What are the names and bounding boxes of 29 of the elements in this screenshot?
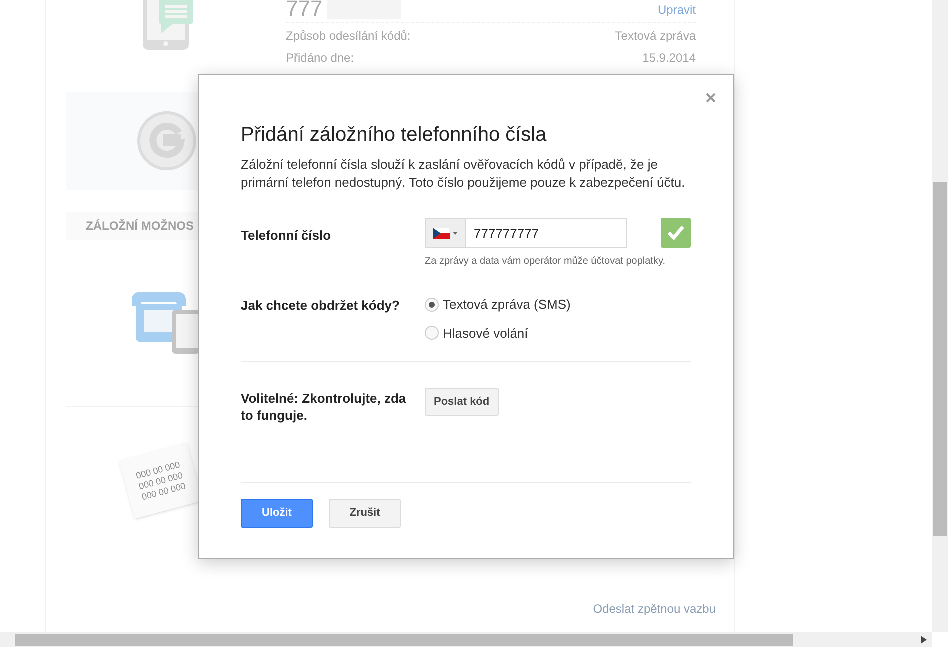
scrollbar-thumb[interactable] bbox=[933, 182, 947, 536]
caret-icon bbox=[453, 232, 458, 234]
country-selector[interactable] bbox=[425, 218, 465, 248]
detail-value: Textová zpráva bbox=[615, 28, 696, 45]
radio-label[interactable]: Textová zpráva (SMS) bbox=[443, 295, 571, 314]
detail-label: Přidáno dne: bbox=[286, 50, 354, 67]
radio-button[interactable] bbox=[425, 298, 439, 312]
hint-text: Za zprávy a data vám operátor může účtovat poplatky. bbox=[425, 255, 666, 269]
phone-number: 777 bbox=[286, 0, 323, 20]
g-logo-icon bbox=[137, 111, 197, 171]
field-label: Volitelné: Zkontrolujte, zda to funguje. bbox=[241, 390, 408, 425]
flag-icon bbox=[433, 228, 450, 238]
cancel-button[interactable]: Zrušit bbox=[329, 499, 401, 528]
vertical-scrollbar[interactable] bbox=[932, 0, 948, 632]
horizontal-scrollbar[interactable] bbox=[0, 632, 932, 647]
detail-value: 15.9.2014 bbox=[642, 50, 696, 67]
send-code-button[interactable]: Poslat kód bbox=[425, 388, 499, 416]
right-arrow-icon[interactable] bbox=[921, 636, 927, 644]
radio-button[interactable] bbox=[425, 326, 439, 340]
dialog-description: Záložní telefonní čísla slouží k zaslání ověřovacích kódů v případě, že je primární telefon nedostupný. Toto číslo použijeme pouze k zabezpečení účtu. bbox=[241, 156, 686, 192]
close-icon[interactable] bbox=[706, 93, 716, 103]
detail-label: Způsob odesílání kódů: bbox=[286, 28, 411, 45]
field-label: Jak chcete obdržet kódy? bbox=[241, 297, 401, 315]
field-label: Telefonní číslo bbox=[241, 227, 332, 245]
radio-label[interactable]: Hlasové volání bbox=[443, 324, 528, 343]
section-heading: ZÁLOŽNÍ MOŽNOS bbox=[86, 218, 194, 235]
phone-input-field[interactable]: 777777777 bbox=[465, 218, 627, 248]
scrollbar-thumb[interactable] bbox=[15, 634, 793, 646]
dialog-title: Přidání záložního telefonního čísla bbox=[241, 123, 548, 147]
